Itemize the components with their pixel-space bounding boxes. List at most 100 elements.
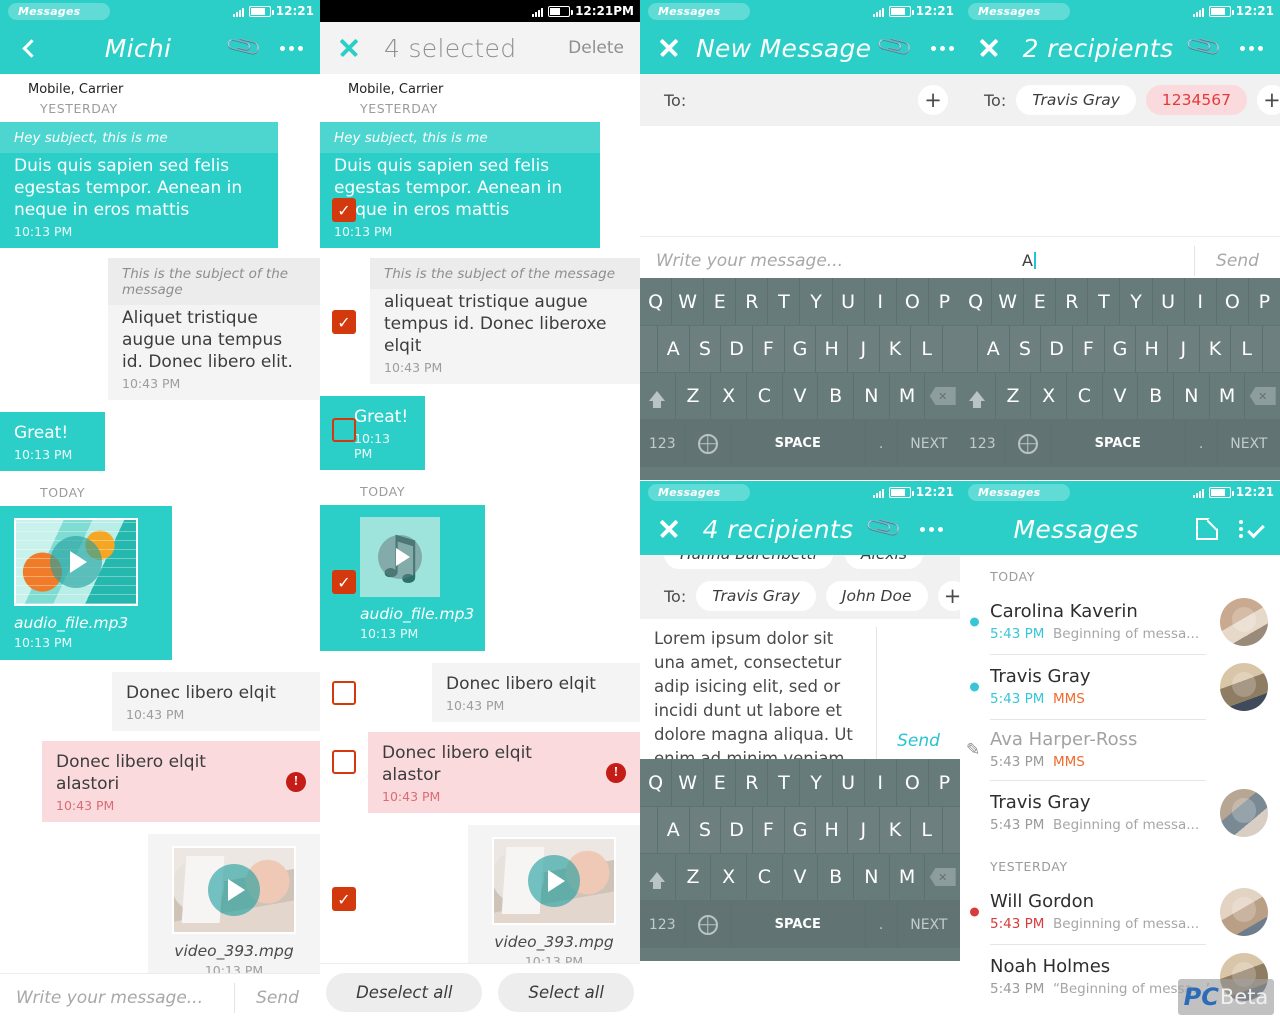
message-bubble-video[interactable]: video_393.mpg 10:13 PM	[468, 825, 640, 979]
language-globe-icon[interactable]	[686, 901, 731, 948]
backspace-icon[interactable]: ✕	[1245, 373, 1280, 419]
key-h[interactable]: H	[816, 807, 848, 853]
key-w[interactable]: W	[672, 759, 705, 806]
key-l[interactable]: L	[911, 807, 944, 853]
error-icon[interactable]: !	[286, 771, 306, 792]
shift-icon[interactable]	[960, 373, 996, 419]
recipient-chip[interactable]: Travis Gray	[1016, 85, 1136, 115]
key-l[interactable]: L	[1231, 326, 1264, 372]
deselect-all-button[interactable]: Deselect all	[326, 973, 483, 1012]
space-key[interactable]: SPACE	[731, 901, 866, 948]
shift-icon[interactable]	[640, 373, 676, 419]
key-y[interactable]: Y	[1120, 278, 1153, 325]
key-r[interactable]: R	[736, 759, 769, 806]
language-globe-icon[interactable]	[686, 420, 731, 467]
space-key[interactable]: SPACE	[731, 420, 866, 467]
key-i[interactable]: I	[1185, 278, 1217, 325]
selectable-row[interactable]: ♫ audio_file.mp3 10:13 PM ✓	[320, 505, 640, 651]
key-d[interactable]: D	[721, 807, 753, 853]
compose-icon[interactable]	[1190, 512, 1224, 546]
message-bubble[interactable]: This is the subject of the message aliqu…	[370, 258, 640, 384]
checkbox-unchecked[interactable]	[332, 681, 356, 705]
key-j[interactable]: J	[848, 807, 880, 853]
space-key[interactable]: SPACE	[1051, 420, 1186, 467]
key-v[interactable]: V	[783, 373, 819, 419]
key-u[interactable]: U	[833, 759, 865, 806]
key-b[interactable]: B	[818, 373, 855, 419]
key-o[interactable]: O	[897, 278, 929, 325]
selectable-row[interactable]: Hey subject, this is me Duis quis sapien…	[320, 122, 640, 248]
selectable-row[interactable]: video_393.mpg 10:13 PM ✓	[320, 825, 640, 979]
video-attachment[interactable]: video_393.mpg 10:13 PM	[148, 834, 320, 988]
key-z[interactable]: Z	[996, 373, 1032, 419]
period-key[interactable]: .	[866, 901, 898, 948]
add-recipient-icon[interactable]: +	[918, 85, 948, 115]
key-m[interactable]: M	[890, 373, 926, 419]
key-t[interactable]: T	[768, 278, 801, 325]
key-c[interactable]: C	[747, 854, 783, 900]
key-o[interactable]: O	[1217, 278, 1249, 325]
checkbox-checked[interactable]: ✓	[332, 887, 356, 911]
selectable-row[interactable]: Great! 10:13 PM	[320, 396, 640, 470]
key-l[interactable]: L	[911, 326, 944, 372]
recipient-chip[interactable]: Travis Gray	[696, 581, 816, 611]
key-p[interactable]: P	[929, 278, 960, 325]
key-x[interactable]: X	[711, 373, 748, 419]
key-g[interactable]: G	[1105, 326, 1137, 372]
key-c[interactable]: C	[747, 373, 783, 419]
selectable-row[interactable]: Donec libero elqit alastor 10:43 PM !	[320, 732, 640, 813]
key-t[interactable]: T	[768, 759, 801, 806]
key-y[interactable]: Y	[800, 278, 833, 325]
paperclip-icon[interactable]: 📎	[863, 505, 910, 552]
key-p[interactable]: P	[929, 759, 960, 806]
key-m[interactable]: M	[890, 854, 926, 900]
message-bubble[interactable]: Donec libero elqit 10:43 PM	[112, 672, 320, 731]
play-icon[interactable]	[50, 536, 102, 588]
recipient-field[interactable]: To: +	[640, 74, 960, 126]
key-q[interactable]: Q	[640, 759, 673, 806]
list-item[interactable]: Will Gordon 5:43 PM Beginning of messa..…	[960, 880, 1280, 944]
key-w[interactable]: W	[672, 278, 705, 325]
list-item[interactable]: Carolina Kaverin 5:43 PM Beginning of me…	[960, 590, 1280, 654]
play-icon[interactable]	[208, 864, 260, 916]
list-item[interactable]: Travis Gray 5:43 PM MMS	[960, 655, 1280, 719]
key-n[interactable]: N	[1174, 373, 1210, 419]
select-all-button[interactable]: Select all	[498, 973, 634, 1012]
key-r[interactable]: R	[736, 278, 769, 325]
key-a[interactable]: A	[658, 807, 690, 853]
audio-attachment[interactable]: audio_file.mp3 10:13 PM	[0, 506, 172, 660]
key-w[interactable]: W	[992, 278, 1025, 325]
key-k[interactable]: K	[1200, 326, 1232, 372]
key-z[interactable]: Z	[676, 373, 712, 419]
paperclip-icon[interactable]: 📎	[223, 24, 270, 71]
add-recipient-icon[interactable]: +	[1256, 85, 1280, 115]
key-e[interactable]: E	[1024, 278, 1057, 325]
key-u[interactable]: U	[833, 278, 865, 325]
key-y[interactable]: Y	[800, 759, 833, 806]
chevron-left-icon[interactable]	[12, 31, 46, 65]
key-h[interactable]: H	[816, 326, 848, 372]
key-j[interactable]: J	[1168, 326, 1200, 372]
key-z[interactable]: Z	[676, 854, 712, 900]
period-key[interactable]: .	[1186, 420, 1218, 467]
send-button[interactable]: Send	[897, 731, 940, 751]
key-u[interactable]: U	[1153, 278, 1185, 325]
key-f[interactable]: F	[753, 326, 785, 372]
backspace-icon[interactable]: ✕	[925, 373, 960, 419]
key-b[interactable]: B	[818, 854, 855, 900]
key-i[interactable]: I	[865, 759, 897, 806]
overflow-menu-icon[interactable]	[1234, 31, 1268, 65]
numbers-key[interactable]: 123	[640, 420, 686, 467]
key-e[interactable]: E	[704, 759, 737, 806]
backspace-icon[interactable]: ✕	[925, 854, 960, 900]
message-bubble[interactable]: Donec libero elqit 10:43 PM	[432, 663, 640, 722]
key-k[interactable]: K	[880, 807, 912, 853]
message-bubble[interactable]: This is the subject of the message Aliqu…	[108, 258, 320, 400]
key-d[interactable]: D	[721, 326, 753, 372]
key-n[interactable]: N	[854, 373, 890, 419]
paperclip-icon[interactable]: 📎	[875, 24, 922, 71]
list-item[interactable]: ✎ Ava Harper-Ross 5:43 PM MMS	[960, 720, 1280, 780]
keyboard-four-recipients[interactable]: Q W E R T Y U I O P A S D F G H J K L Z …	[640, 759, 960, 961]
overflow-menu-icon[interactable]	[925, 31, 959, 65]
key-f[interactable]: F	[753, 807, 785, 853]
